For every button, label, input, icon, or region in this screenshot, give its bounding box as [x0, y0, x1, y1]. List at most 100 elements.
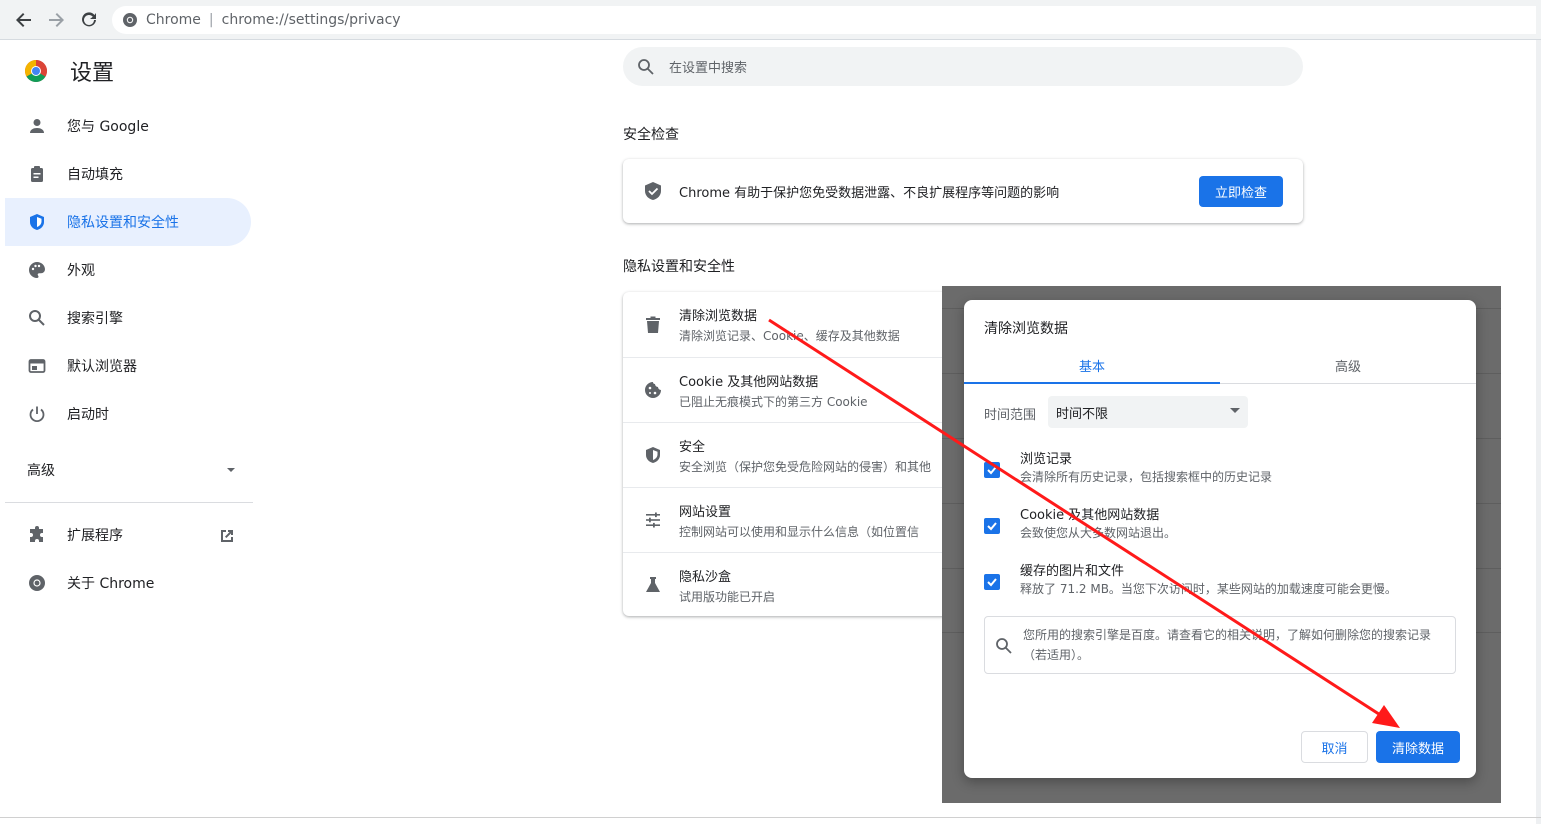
- back-button[interactable]: [12, 8, 36, 32]
- dialog-tabs: 基本 高级: [964, 346, 1476, 384]
- sidebar-item-label: 搜索引擎: [67, 311, 123, 327]
- tab-active-indicator: [964, 382, 1220, 384]
- check-icon: [987, 578, 997, 587]
- checkbox-row-history[interactable]: 浏览记录 会清除所有历史记录，包括搜索框中的历史记录: [984, 448, 1454, 492]
- power-icon: [27, 404, 47, 424]
- shield-check-icon: [645, 182, 661, 200]
- row-subtitle: 试用版功能已开启: [679, 589, 776, 604]
- sidebar-item-you-and-google[interactable]: 您与 Google: [5, 102, 251, 150]
- clear-data-button[interactable]: 清除数据: [1376, 731, 1460, 763]
- clear-browsing-data-dialog: 清除浏览数据 基本 高级 时间范围 时间不限 浏览记录 会清除所有历史记录，包括…: [964, 300, 1476, 778]
- row-subtitle: 已阻止无痕模式下的第三方 Cookie: [679, 394, 868, 409]
- safety-check-text: Chrome 有助于保护您免受数据泄露、不良扩展程序等问题的影响: [679, 185, 1060, 201]
- sidebar-item-search-engine[interactable]: 搜索引擎: [5, 294, 251, 342]
- tune-sliders-icon: [643, 510, 663, 530]
- checkbox-title: Cookie 及其他网站数据: [1020, 508, 1160, 523]
- row-title: 安全: [679, 439, 706, 455]
- puzzle-icon: [27, 525, 47, 545]
- flask-icon: [643, 575, 663, 595]
- search-icon: [996, 638, 1012, 654]
- row-subtitle: 控制网站可以使用和显示什么信息（如位置信: [679, 524, 920, 539]
- reload-button[interactable]: [77, 8, 101, 32]
- page-title: 设置: [70, 61, 115, 86]
- browser-window-icon: [27, 356, 47, 376]
- sidebar-item-default-browser[interactable]: 默认浏览器: [5, 342, 251, 390]
- sidebar-item-autofill[interactable]: 自动填充: [5, 150, 251, 198]
- caret-down-icon: [227, 468, 235, 472]
- sidebar-item-label: 启动时: [67, 407, 109, 423]
- arrow-left-icon: [16, 13, 31, 27]
- omnibox-url: chrome://settings/privacy: [221, 12, 401, 28]
- search-engine-info-box: 您所用的搜索引擎是百度。请查看它的相关说明，了解如何删除您的搜索记录（若适用）。: [984, 616, 1456, 674]
- checkbox-row-cache[interactable]: 缓存的图片和文件 释放了 71.2 MB。当您下次访问时，某些网站的加载速度可能…: [984, 560, 1454, 604]
- time-range-label: 时间范围: [984, 408, 1037, 423]
- sidebar-item-label: 隐私设置和安全性: [67, 215, 179, 231]
- shield-icon: [27, 212, 47, 232]
- sidebar-item-label: 默认浏览器: [67, 359, 137, 375]
- chrome-site-icon: [123, 13, 137, 27]
- row-title: 隐私沙盒: [679, 569, 732, 585]
- checkbox-title: 缓存的图片和文件: [1020, 564, 1125, 579]
- cookies-checkbox[interactable]: [984, 518, 1000, 534]
- checkbox-title: 浏览记录: [1020, 452, 1073, 467]
- search-icon: [27, 308, 47, 328]
- chrome-logo-icon: [25, 60, 47, 82]
- sidebar-divider: [5, 502, 253, 503]
- settings-search-input[interactable]: 在设置中搜索: [623, 47, 1303, 86]
- row-title: 清除浏览数据: [679, 309, 758, 324]
- sidebar-item-label: 外观: [67, 263, 95, 279]
- tab-advanced[interactable]: 高级: [1220, 346, 1476, 384]
- checkbox-subtitle: 会清除所有历史记录，包括搜索框中的历史记录: [1020, 470, 1273, 484]
- history-checkbox[interactable]: [984, 462, 1000, 478]
- sidebar-item-privacy[interactable]: 隐私设置和安全性: [5, 198, 251, 246]
- dialog-title: 清除浏览数据: [984, 321, 1068, 337]
- check-now-button[interactable]: 立即检查: [1199, 176, 1283, 207]
- person-icon: [27, 116, 47, 136]
- omnibox-site-label: Chrome: [146, 12, 201, 28]
- browser-toolbar: Chrome | chrome://settings/privacy: [0, 0, 1541, 40]
- cache-checkbox[interactable]: [984, 574, 1000, 590]
- settings-brand: 设置: [24, 55, 114, 87]
- sidebar-item-about-chrome[interactable]: 关于 Chrome: [5, 559, 251, 607]
- forward-button[interactable]: [44, 8, 68, 32]
- checkbox-subtitle: 释放了 71.2 MB。当您下次访问时，某些网站的加载速度可能会更慢。: [1020, 582, 1397, 596]
- tab-basic[interactable]: 基本: [964, 346, 1220, 384]
- chrome-outline-icon: [27, 573, 47, 593]
- sidebar-item-label: 自动填充: [67, 167, 123, 183]
- check-icon: [987, 522, 997, 531]
- arrow-right-icon: [49, 13, 64, 27]
- search-icon: [638, 58, 654, 75]
- safety-check-card: Chrome 有助于保护您免受数据泄露、不良扩展程序等问题的影响 立即检查: [623, 159, 1303, 223]
- sidebar-item-on-startup[interactable]: 启动时: [5, 390, 251, 438]
- check-icon: [987, 466, 997, 475]
- search-engine-info-text: 您所用的搜索引擎是百度。请查看它的相关说明，了解如何删除您的搜索记录（若适用）。: [1023, 628, 1432, 662]
- window-edge: [1536, 40, 1541, 824]
- row-subtitle: 清除浏览记录、Cookie、缓存及其他数据: [679, 329, 900, 343]
- checkbox-row-cookies[interactable]: Cookie 及其他网站数据 会致使您从大多数网站退出。: [984, 504, 1454, 548]
- open-in-new-icon[interactable]: [217, 526, 237, 546]
- sidebar-item-label: 关于 Chrome: [67, 576, 155, 592]
- row-title: 网站设置: [679, 504, 732, 520]
- cookie-icon: [643, 380, 663, 400]
- sidebar-item-label: 您与 Google: [67, 119, 149, 135]
- sidebar-item-appearance[interactable]: 外观: [5, 246, 251, 294]
- cancel-button[interactable]: 取消: [1301, 731, 1368, 763]
- checkbox-subtitle: 会致使您从大多数网站退出。: [1020, 526, 1177, 540]
- palette-icon: [27, 260, 47, 280]
- sidebar-advanced-toggle[interactable]: 高级: [27, 458, 237, 482]
- sidebar-advanced-label: 高级: [27, 463, 55, 479]
- address-bar[interactable]: Chrome | chrome://settings/privacy: [112, 6, 1536, 34]
- row-subtitle: 安全浏览（保护您免受危险网站的侵害）和其他: [679, 459, 932, 474]
- trash-icon: [643, 315, 663, 335]
- time-range-value: 时间不限: [1056, 406, 1109, 422]
- window-bottom-border: [0, 817, 1541, 818]
- clipboard-icon: [27, 164, 47, 184]
- time-range-select[interactable]: 时间不限: [1048, 396, 1248, 428]
- row-title: Cookie 及其他网站数据: [679, 374, 819, 390]
- omnibox-separator: |: [208, 12, 214, 28]
- dropdown-caret-icon: [1230, 408, 1240, 413]
- safety-check-heading: 安全检查: [623, 127, 679, 143]
- shield-icon: [643, 445, 663, 465]
- sidebar-item-extensions[interactable]: 扩展程序: [5, 511, 251, 559]
- reload-icon: [82, 12, 96, 27]
